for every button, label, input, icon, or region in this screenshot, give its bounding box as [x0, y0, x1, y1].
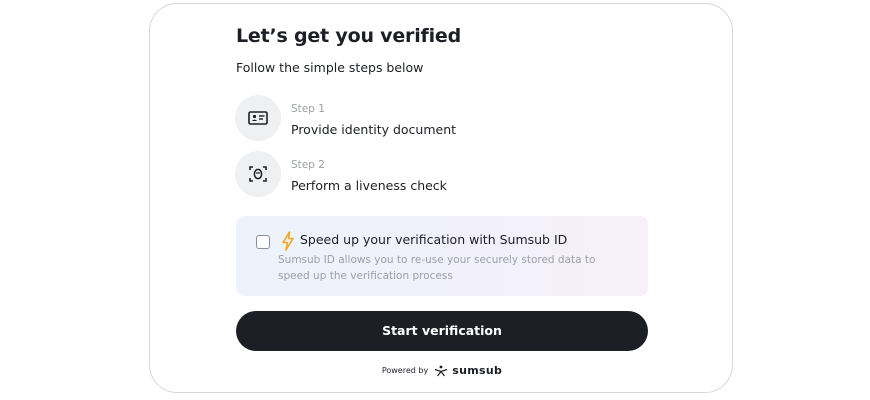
step-2-label: Perform a liveness check: [291, 178, 447, 193]
powered-by-label: Powered by: [381, 366, 429, 375]
start-verification-button[interactable]: Start verification: [236, 311, 648, 351]
step-1: Step 1 Provide identity document: [235, 95, 655, 143]
verification-card: Let’s get you verified Follow the simple…: [149, 3, 733, 393]
step-1-icon-circle: [235, 95, 281, 141]
powered-by-footer: Powered by sumsub: [150, 364, 734, 377]
step-1-number: Step 1: [291, 103, 325, 115]
page-subtitle: Follow the simple steps below: [236, 60, 424, 75]
sumsub-id-title: Speed up your verification with Sumsub I…: [300, 232, 568, 247]
sumsub-brand: sumsub: [452, 364, 503, 377]
id-card-icon: [248, 111, 268, 125]
step-2-number: Step 2: [291, 159, 325, 171]
sumsub-id-checkbox[interactable]: [256, 235, 270, 249]
sumsub-id-description: Sumsub ID allows you to re-use your secu…: [278, 254, 596, 282]
step-2-icon-circle: [235, 151, 281, 197]
page-title: Let’s get you verified: [236, 25, 462, 47]
sumsub-logo-icon: [434, 365, 447, 376]
step-2: Step 2 Perform a liveness check: [235, 151, 655, 199]
face-scan-icon: [249, 166, 267, 182]
sumsub-id-promo: Speed up your verification with Sumsub I…: [236, 216, 648, 296]
lightning-bolt-icon: [282, 231, 294, 251]
step-1-label: Provide identity document: [291, 122, 457, 137]
